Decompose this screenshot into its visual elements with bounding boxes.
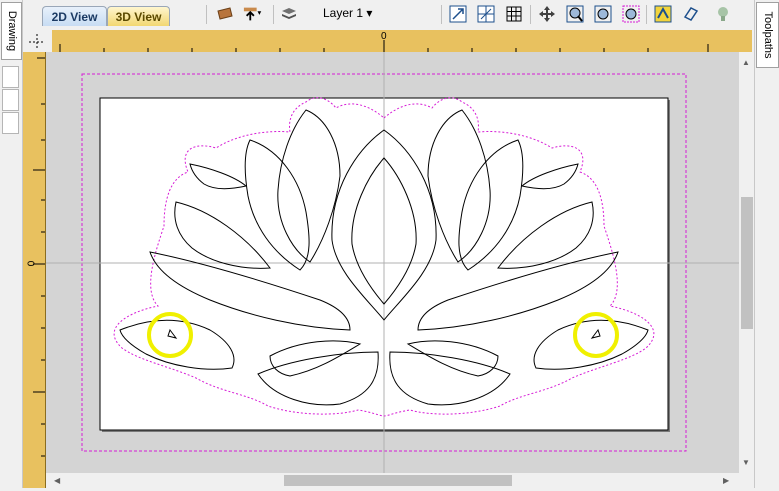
ruler-zero-label: 0 bbox=[381, 31, 387, 42]
chevron-down-icon: ▾ bbox=[366, 6, 373, 20]
toolbar-separator bbox=[646, 5, 647, 24]
view-toolbar: 2D View 3D View ▾ Layer 1 ▾ bbox=[23, 0, 754, 30]
pan-icon[interactable] bbox=[537, 4, 557, 24]
right-panel-strip: Toolpaths bbox=[754, 0, 779, 488]
toolbar-separator bbox=[530, 5, 531, 24]
drawing-canvas[interactable] bbox=[46, 52, 739, 473]
ruler-zero-label: 0 bbox=[24, 260, 36, 267]
left-strip-button-2[interactable] bbox=[2, 89, 19, 111]
svg-text:▾: ▾ bbox=[258, 8, 262, 17]
scroll-up-icon[interactable]: ▲ bbox=[742, 58, 750, 67]
snap-grid-icon[interactable] bbox=[476, 4, 496, 24]
left-strip-button-3[interactable] bbox=[2, 112, 19, 134]
z-zero-icon[interactable]: ▾ bbox=[243, 4, 263, 24]
toolpaths-tab-label: Toolpaths bbox=[761, 11, 774, 59]
material-setup-icon[interactable] bbox=[215, 4, 235, 24]
layer-selector[interactable]: Layer 1 ▾ bbox=[323, 6, 372, 20]
toolpaths-tab[interactable]: Toolpaths bbox=[756, 2, 779, 68]
layers-icon[interactable] bbox=[279, 4, 299, 24]
left-panel-strip: Drawing bbox=[0, 0, 23, 488]
zoom-selection-icon[interactable] bbox=[621, 4, 641, 24]
node-edit-icon[interactable] bbox=[653, 4, 673, 24]
vertical-scroll-thumb[interactable] bbox=[741, 197, 753, 329]
vertical-ruler: 0 bbox=[23, 52, 46, 488]
scroll-left-icon[interactable]: ◀ bbox=[54, 476, 60, 485]
scroll-down-icon[interactable]: ▼ bbox=[742, 458, 750, 467]
drawing-tab[interactable]: Drawing bbox=[1, 2, 22, 60]
transform-icon[interactable] bbox=[681, 4, 701, 24]
toolbar-separator bbox=[441, 5, 442, 24]
horizontal-ruler: 0 bbox=[52, 30, 752, 53]
drawing-tab-label: Drawing bbox=[5, 10, 18, 52]
tab-2d-view[interactable]: 2D View bbox=[42, 6, 107, 26]
zoom-to-extents-icon[interactable] bbox=[448, 4, 468, 24]
scroll-right-icon[interactable]: ▶ bbox=[723, 476, 729, 485]
layer-selector-label: Layer 1 bbox=[323, 6, 364, 20]
render-icon[interactable] bbox=[713, 4, 733, 24]
horizontal-scroll-thumb[interactable] bbox=[284, 475, 512, 486]
zoom-box-icon[interactable] bbox=[565, 4, 585, 24]
left-strip-button-1[interactable] bbox=[2, 66, 19, 88]
grid-icon[interactable] bbox=[504, 4, 524, 24]
toolbar-separator bbox=[273, 5, 274, 24]
zoom-in-icon[interactable] bbox=[593, 4, 613, 24]
toolbar-separator bbox=[206, 5, 207, 24]
ruler-corner bbox=[23, 30, 52, 52]
tab-3d-view[interactable]: 3D View bbox=[107, 6, 170, 26]
